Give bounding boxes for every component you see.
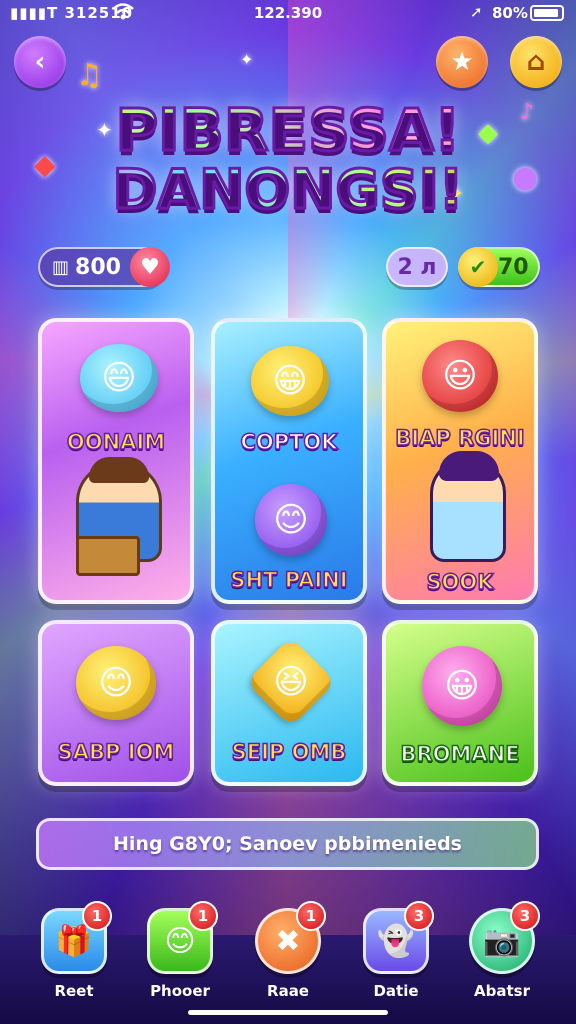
nav-label: Reet [54, 982, 94, 1000]
nav-item-abatsr[interactable]: 📷 3 Abatsr [460, 901, 544, 1000]
score-value: 800 [75, 254, 121, 280]
nav-item-raae[interactable]: ✖ 1 Raae [246, 901, 330, 1000]
level-card-2[interactable]: 😁 COPTOK 😊 SHT PAINI [211, 318, 367, 604]
card-label: SEIP OMB [231, 739, 347, 765]
bar-chart-icon: ▥ [52, 256, 70, 278]
nav-item-phooer[interactable]: 😊 1 Phooer [138, 901, 222, 1000]
card-label: COPTOK [240, 429, 339, 455]
ghost-icon: 👻 3 [363, 901, 434, 974]
level-card-6[interactable]: 😀 BROMANE [382, 620, 538, 786]
card-sublabel: SOOK [426, 569, 495, 595]
smiley-icon: 😊 1 [147, 901, 218, 974]
notification-badge: 1 [82, 901, 112, 931]
purple-character-icon: 😊 [255, 484, 327, 556]
nav-item-reet[interactable]: 🎁 1 Reet [32, 901, 116, 1000]
star-icon: ★ [450, 47, 474, 77]
back-arrow-icon: ‹ [34, 47, 46, 77]
level-card-4[interactable]: 😊 SABP IOM [38, 620, 194, 786]
gift-box-icon: 🎁 1 [41, 901, 112, 974]
card-sublabel: SHT PAINI [230, 567, 349, 593]
home-indicator[interactable] [188, 1010, 388, 1015]
hint-bar[interactable]: Hing G8Y0; Sanoev pbbimenieds [36, 818, 539, 870]
battery-percent: 80% [492, 4, 528, 22]
check-coin-icon: ✔ [458, 247, 498, 287]
hint-text: Hing G8Y0; Sanoev pbbimenieds [113, 833, 462, 855]
notification-badge: 3 [404, 901, 434, 931]
card-label: BIAP RGINI [395, 425, 526, 451]
level-value: 2 л [397, 254, 437, 280]
card-label: OONAIM [66, 429, 166, 455]
star-character-face: 😆 [273, 662, 309, 702]
game-title-line1: PIBRESSA! [0, 95, 576, 166]
sparkle-icon: ✦ [240, 50, 254, 69]
yellow-character-icon: 😊 [76, 646, 156, 720]
home-button[interactable]: ⌂ [510, 36, 562, 88]
blob-character-icon: 😄 [80, 344, 158, 412]
music-note-icon: ♫ [76, 58, 103, 93]
level-card-5[interactable]: 😆 SEIP OMB [211, 620, 367, 786]
game-title-line2: DANONGSI! [0, 157, 576, 223]
score-pill: ▥ 800 ♥ [38, 247, 170, 287]
close-icon: ✖ 1 [255, 901, 326, 974]
battery-icon [530, 5, 564, 21]
coins-pill: ✔ 70 [458, 247, 540, 287]
level-card-3[interactable]: 😃 BIAP RGINI SOOK [382, 318, 538, 604]
level-pill: 2 л [386, 247, 448, 287]
nav-label: Raae [267, 982, 309, 1000]
status-bar: ▮▮▮▮T 312510 122.390 ➚ 80% [0, 0, 576, 28]
notification-badge: 1 [188, 901, 218, 931]
level-card-1[interactable]: 😄 OONAIM [38, 318, 194, 604]
notification-badge: 1 [296, 901, 326, 931]
clock: 122.390 [253, 4, 323, 22]
blob-character-icon: 😁 [251, 346, 329, 416]
nav-label: Abatsr [474, 982, 530, 1000]
home-icon: ⌂ [526, 47, 546, 77]
back-button[interactable]: ‹ [14, 36, 66, 88]
pink-character-icon: 😀 [422, 646, 502, 726]
location-arrow-icon: ➚ [470, 3, 483, 21]
camera-icon: 📷 3 [469, 901, 540, 974]
red-blob-character-icon: 😃 [422, 340, 498, 412]
book-icon [76, 536, 140, 576]
nav-item-datie[interactable]: 👻 3 Datie [354, 901, 438, 1000]
nav-label: Datie [373, 982, 419, 1000]
coins-value: 70 [498, 254, 529, 280]
card-label: SABP IOM [57, 739, 175, 765]
heart-icon: ♥ [130, 247, 170, 287]
card-label: BROMANE [400, 741, 521, 767]
nav-label: Phooer [150, 982, 210, 1000]
notification-badge: 3 [510, 901, 540, 931]
favorites-button[interactable]: ★ [436, 36, 488, 88]
girl-character [430, 451, 506, 562]
